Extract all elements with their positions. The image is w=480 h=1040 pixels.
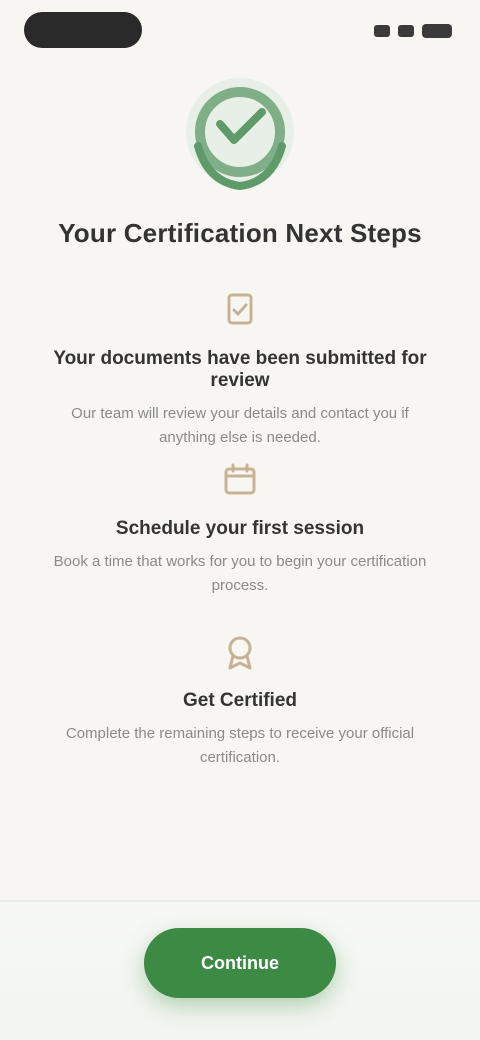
step-item: Get Certified Complete the remaining ste… xyxy=(0,632,480,770)
continue-button[interactable]: Continue xyxy=(144,928,336,998)
step-heading: Your documents have been submitted for r… xyxy=(53,348,427,391)
step-description: Our team will review your details and co… xyxy=(71,405,409,446)
step-item: Schedule your first session Book a time … xyxy=(0,460,480,598)
step-description: Complete the remaining steps to receive … xyxy=(65,725,415,766)
step-item: Your documents have been submitted for r… xyxy=(0,290,480,450)
laurel-wreath-icon xyxy=(168,60,312,204)
signal-icon xyxy=(374,25,390,37)
calendar-icon xyxy=(220,460,260,500)
status-bar xyxy=(0,0,480,64)
battery-icon xyxy=(422,24,452,38)
document-check-icon xyxy=(220,290,260,330)
step-description: Book a time that works for you to begin … xyxy=(53,553,427,594)
status-icons xyxy=(352,20,452,42)
step-heading: Schedule your first session xyxy=(115,518,365,539)
status-pill xyxy=(24,12,142,48)
wifi-icon xyxy=(398,25,414,37)
badge-icon xyxy=(220,632,260,672)
page-title: Your Certification Next Steps xyxy=(58,218,422,248)
step-heading: Get Certified xyxy=(182,690,298,711)
